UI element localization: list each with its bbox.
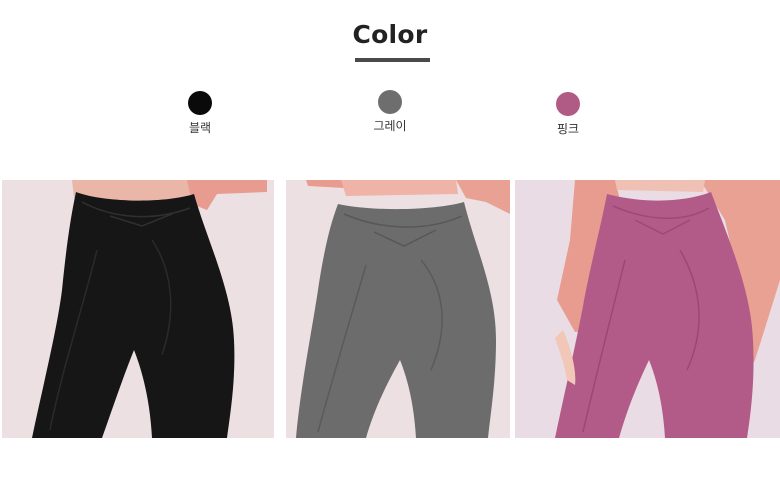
swatch-black-label: 블랙	[188, 121, 212, 135]
section-title: Color	[352, 20, 428, 49]
swatch-pink[interactable]	[556, 92, 580, 116]
product-photo-gray	[286, 180, 510, 438]
title-underline	[355, 58, 430, 62]
swatch-gray[interactable]	[378, 90, 402, 114]
swatch-black[interactable]	[188, 91, 212, 115]
product-photo-pink	[515, 180, 780, 438]
product-photo-black	[2, 180, 274, 438]
swatch-pink-label: 핑크	[556, 122, 580, 136]
swatch-gray-label: 그레이	[373, 119, 407, 133]
